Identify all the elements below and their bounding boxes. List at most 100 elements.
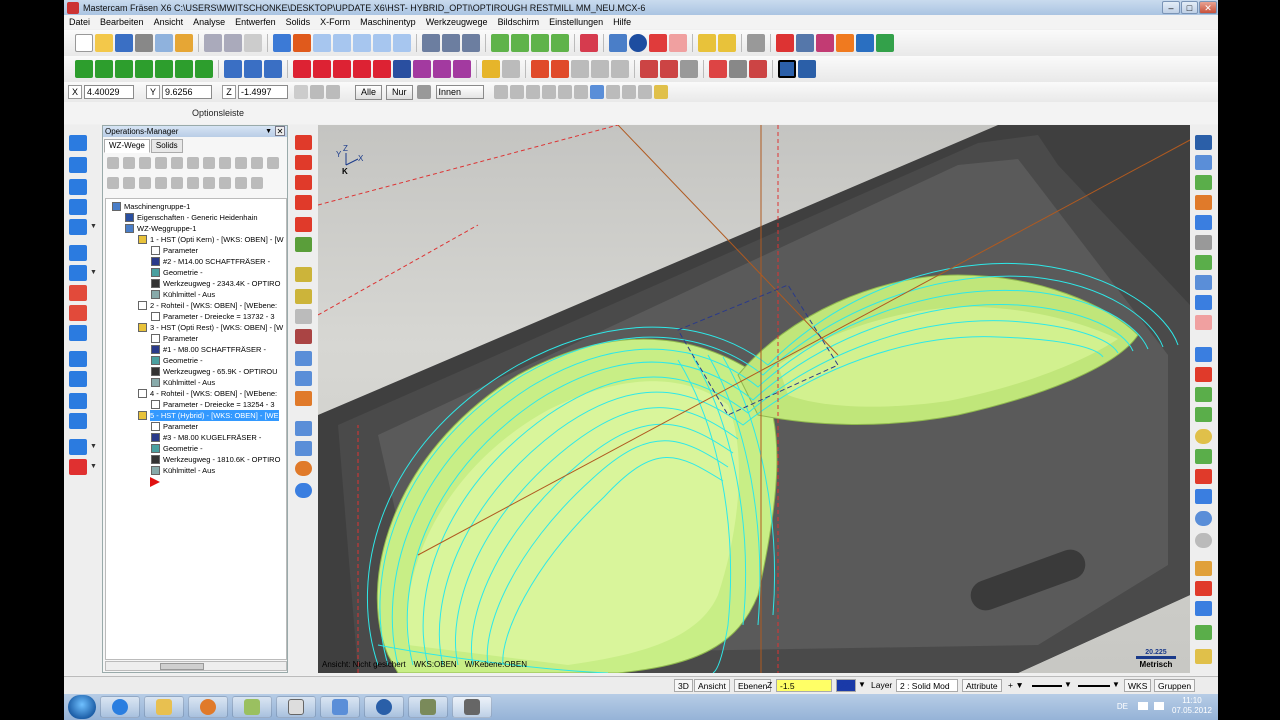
stretch-icon[interactable] xyxy=(413,60,431,78)
start-button-icon[interactable] xyxy=(68,695,96,719)
simulate-icon[interactable] xyxy=(203,157,215,169)
iso-view-icon[interactable] xyxy=(491,34,509,52)
tree-item[interactable]: 5 - HST (Hybrid) - [WKS: OBEN] - [WE xyxy=(138,410,279,421)
tree-item[interactable]: Geometrie - xyxy=(151,267,203,278)
panel-dropdown-icon[interactable]: ▼ xyxy=(265,126,272,137)
regenerate-selected-icon[interactable] xyxy=(139,157,151,169)
delete-icon[interactable] xyxy=(244,34,262,52)
taskbar-app-5[interactable] xyxy=(276,696,316,718)
cplane-normal-icon[interactable] xyxy=(295,217,312,232)
x-coord-input[interactable] xyxy=(84,85,134,99)
tree-horizontal-scrollbar[interactable] xyxy=(105,661,287,671)
solid-extrude-icon[interactable] xyxy=(69,135,87,151)
pocket-icon[interactable] xyxy=(551,60,569,78)
move-down-icon[interactable] xyxy=(155,177,167,189)
rotate-icon[interactable] xyxy=(313,60,331,78)
save-icon[interactable] xyxy=(115,34,133,52)
surface-fillet-icon[interactable] xyxy=(1195,347,1212,362)
statistics-icon[interactable] xyxy=(876,34,894,52)
measure-icon[interactable] xyxy=(747,34,765,52)
surface-ruled-icon[interactable] xyxy=(1195,135,1212,150)
attributes-icon[interactable] xyxy=(482,60,500,78)
cplane-iso-icon[interactable] xyxy=(295,195,312,210)
zoom-in-icon[interactable] xyxy=(353,34,371,52)
toggle-display-icon[interactable] xyxy=(123,177,135,189)
y-coord-input[interactable] xyxy=(162,85,212,99)
join-icon[interactable] xyxy=(264,60,282,78)
tree-item[interactable]: Parameter xyxy=(151,421,198,432)
menu-analyse[interactable]: Analyse xyxy=(188,17,230,27)
surface-extrude-icon[interactable] xyxy=(1195,255,1212,270)
tree-scroll-thumb[interactable] xyxy=(160,663,204,670)
panel-close-icon[interactable]: ✕ xyxy=(275,126,285,136)
solid-chamfer-dropdown-icon[interactable]: ▼ xyxy=(90,269,97,276)
area-select-icon[interactable] xyxy=(557,85,572,99)
volume-icon[interactable] xyxy=(1153,702,1164,710)
curve-all-edges-icon[interactable] xyxy=(1195,581,1212,596)
display-toggle-1-icon[interactable] xyxy=(295,421,312,436)
move-up-icon[interactable] xyxy=(171,177,183,189)
nesting-icon[interactable] xyxy=(729,60,747,78)
surface-extend-icon[interactable] xyxy=(1195,511,1212,526)
color-icon[interactable] xyxy=(295,371,312,386)
arc-icon[interactable] xyxy=(115,60,133,78)
selection-help-icon[interactable] xyxy=(653,85,668,99)
surface-three-blend-icon[interactable] xyxy=(1195,469,1212,484)
menu-x-form[interactable]: X-Form xyxy=(315,17,355,27)
verify-op-icon[interactable] xyxy=(187,157,199,169)
solid-revolve-icon[interactable] xyxy=(69,157,87,173)
fast-point-icon[interactable] xyxy=(294,85,308,99)
graphics-viewport[interactable]: Y Z X Y Z X K W Ansicht: Nicht gesichert… xyxy=(318,125,1190,673)
view-3d-button[interactable]: 3D xyxy=(674,679,693,692)
window-select-icon[interactable] xyxy=(509,85,524,99)
top-view-icon[interactable] xyxy=(511,34,529,52)
solid-icon[interactable] xyxy=(836,34,854,52)
gview-button[interactable]: Ansicht xyxy=(694,679,730,692)
line-style-dropdown-icon[interactable]: ▼ xyxy=(1064,680,1072,689)
sigma-icon[interactable] xyxy=(856,34,874,52)
shading-cube-icon[interactable] xyxy=(580,34,598,52)
surface-flat-icon[interactable] xyxy=(1195,275,1212,290)
polygon-select-icon[interactable] xyxy=(525,85,540,99)
group-icon[interactable] xyxy=(295,391,312,406)
last-select-icon[interactable] xyxy=(637,85,652,99)
backplot-op-icon[interactable] xyxy=(171,157,183,169)
cylinder-icon[interactable] xyxy=(195,60,213,78)
solid-primitive-icon[interactable] xyxy=(69,219,87,235)
language-indicator[interactable]: DE xyxy=(1117,702,1128,711)
surface-finish-icon[interactable] xyxy=(660,60,678,78)
tab-solids[interactable]: Solids xyxy=(150,139,183,153)
translate-icon[interactable] xyxy=(293,60,311,78)
menu-bildschirm[interactable]: Bildschirm xyxy=(493,17,545,27)
menu-entwerfen[interactable]: Entwerfen xyxy=(230,17,281,27)
surface-from-solid-icon[interactable] xyxy=(1195,387,1212,402)
tree-item[interactable]: Parameter xyxy=(151,245,198,256)
solid-manager-icon[interactable] xyxy=(69,439,87,455)
line-width-icon[interactable] xyxy=(1078,685,1110,687)
insert-arrow-icon[interactable] xyxy=(187,177,199,189)
select-all-ops-icon[interactable] xyxy=(107,157,119,169)
right-view-icon[interactable] xyxy=(551,34,569,52)
display-toggle-4-icon[interactable] xyxy=(295,483,312,498)
selection-mode-dropdown[interactable]: Innen xyxy=(435,85,484,99)
project-icon[interactable] xyxy=(433,60,451,78)
dimension-icon[interactable] xyxy=(796,34,814,52)
analyze-icon[interactable] xyxy=(776,34,794,52)
link-icon[interactable] xyxy=(219,177,231,189)
ops-manager-toggle-icon[interactable] xyxy=(778,60,796,78)
depth-icon[interactable] xyxy=(295,267,312,282)
taskbar-app-6[interactable] xyxy=(320,696,360,718)
groups-button[interactable]: Gruppen xyxy=(1154,679,1196,692)
eraser-icon[interactable] xyxy=(649,34,667,52)
tree-item[interactable]: Kühlmittel - Aus xyxy=(151,377,215,388)
tree-item[interactable]: Werkzeugweg - 1810.6K - OPTIRO xyxy=(151,454,280,465)
print-icon[interactable] xyxy=(135,34,153,52)
tree-item[interactable]: Geometrie - xyxy=(151,443,203,454)
menu-datei[interactable]: Datei xyxy=(64,17,95,27)
tree-item[interactable]: Kühlmittel - Aus xyxy=(151,465,215,476)
selection-filter-icon[interactable] xyxy=(416,85,431,99)
maximize-button[interactable]: □ xyxy=(1181,1,1198,14)
trim-icon[interactable] xyxy=(224,60,242,78)
color-swatch[interactable]: 241 xyxy=(836,679,856,692)
surface-untrim-icon[interactable] xyxy=(1195,489,1212,504)
